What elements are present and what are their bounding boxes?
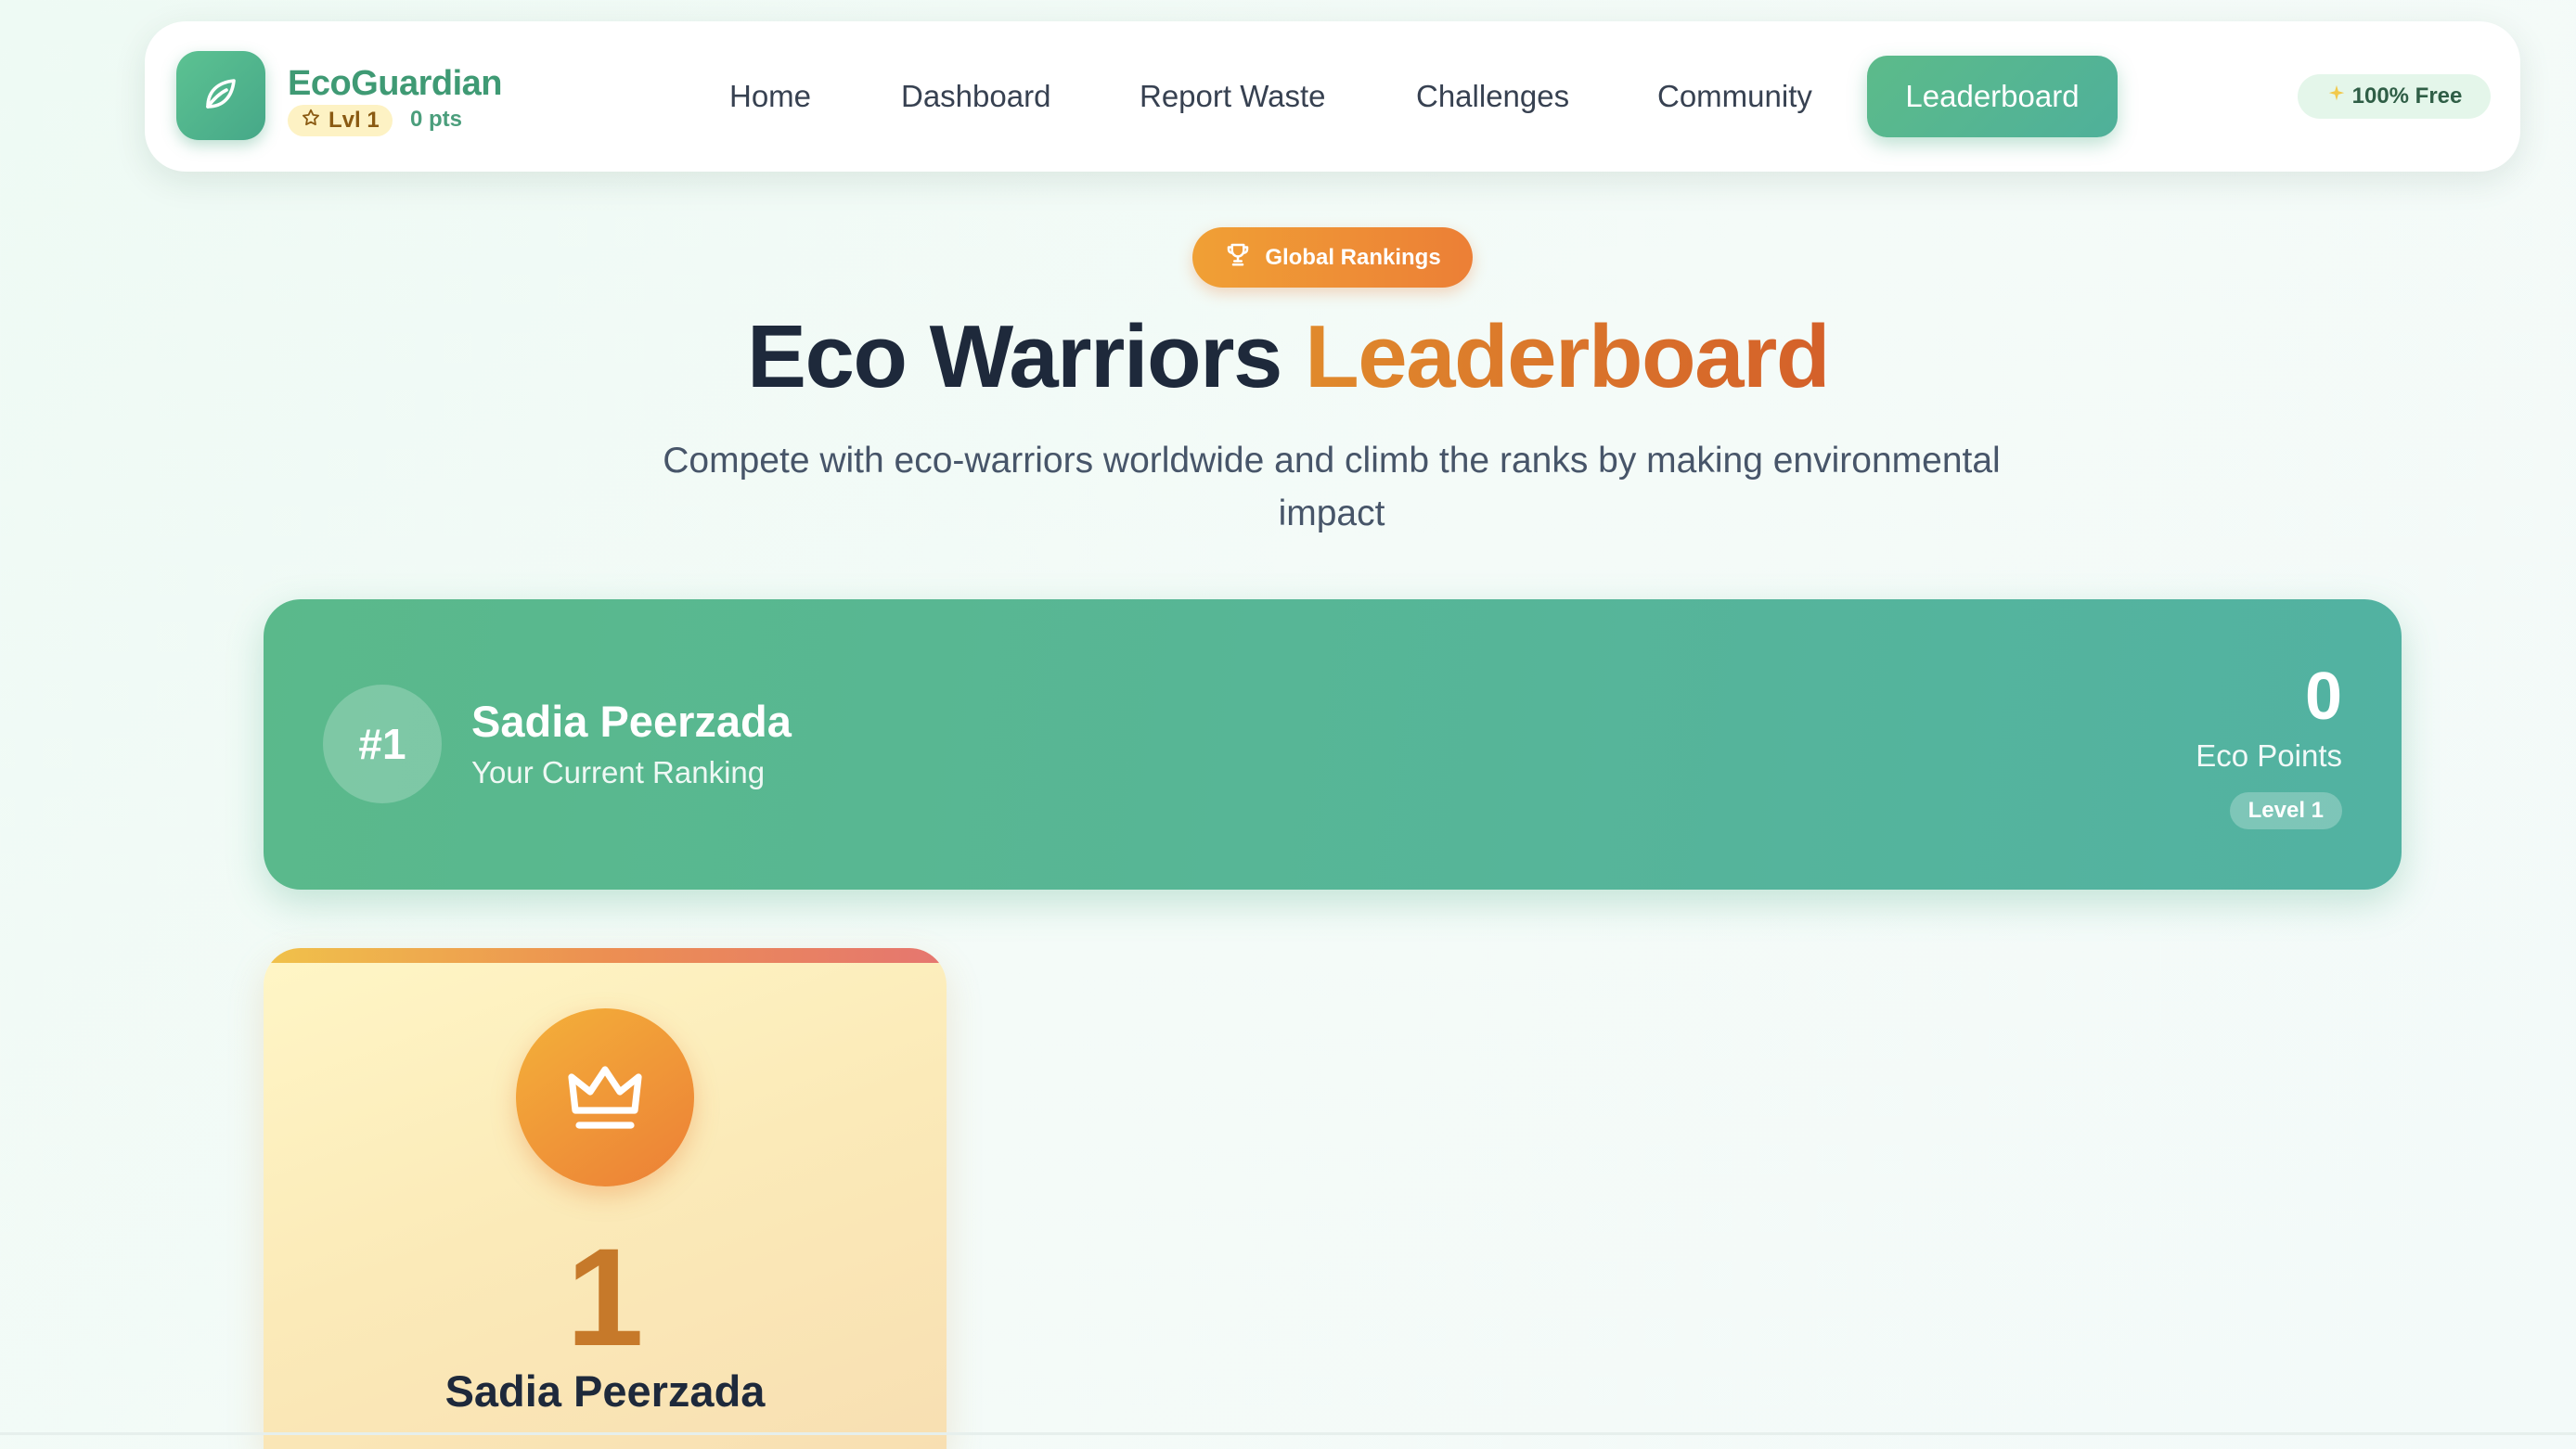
free-badge-label: 100% Free — [2351, 83, 2463, 109]
page-title: Eco Warriors Leaderboard — [0, 306, 2576, 408]
rank-circle: #1 — [323, 685, 442, 803]
current-ranking-label: Your Current Ranking — [471, 755, 766, 789]
top-navbar: EcoGuardian Lvl 1 0 pts Home Dashboard R… — [145, 21, 2520, 172]
card-top-accent — [264, 948, 947, 963]
nav-home[interactable]: Home — [729, 76, 811, 117]
sparkle-icon — [2326, 83, 2347, 110]
eco-points-value: 0 — [2304, 660, 2342, 734]
nav-dashboard[interactable]: Dashboard — [901, 76, 1050, 117]
level-chip: Lvl 1 — [288, 105, 393, 136]
top-player-card[interactable]: 1 Sadia Peerzada — [264, 948, 947, 1449]
page-subtitle: Compete with eco-warriors worldwide and … — [663, 441, 2001, 533]
top-rank-number: 1 — [566, 1219, 644, 1375]
eco-points-label: Eco Points — [2196, 738, 2342, 773]
nav-report-waste[interactable]: Report Waste — [1140, 76, 1326, 117]
title-main: Eco Warriors — [746, 307, 1282, 406]
current-ranking-card: #1 Sadia Peerzada Your Current Ranking 0… — [264, 599, 2402, 890]
top-player-name: Sadia Peerzada — [444, 1366, 766, 1416]
level-badge: Level 1 — [2229, 792, 2342, 829]
crown-icon — [560, 1051, 650, 1145]
trophy-icon — [1224, 240, 1252, 275]
star-icon — [301, 108, 321, 135]
level-label: Lvl 1 — [328, 108, 380, 133]
title-accent: Leaderboard — [1305, 307, 1830, 406]
leaf-icon — [199, 71, 243, 121]
nav-challenges[interactable]: Challenges — [1416, 76, 1569, 117]
bottom-divider — [0, 1432, 2576, 1435]
brand-name[interactable]: EcoGuardian — [288, 64, 503, 104]
nav-leaderboard[interactable]: Leaderboard — [1867, 56, 2118, 137]
free-badge: 100% Free — [2298, 74, 2491, 119]
global-rankings-pill: Global Rankings — [1192, 227, 1473, 288]
crown-badge — [516, 1008, 694, 1186]
current-user-name: Sadia Peerzada — [471, 697, 792, 746]
nav-community[interactable]: Community — [1657, 76, 1812, 117]
points-label: 0 pts — [410, 107, 463, 132]
pill-label: Global Rankings — [1265, 244, 1441, 270]
logo-badge[interactable] — [176, 51, 265, 140]
